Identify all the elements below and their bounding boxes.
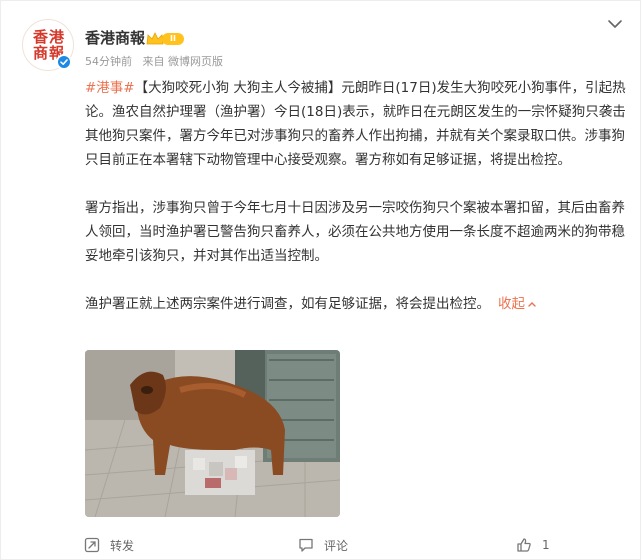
post-meta: 54分钟前 来自 微博网页版 [85,53,230,69]
thumb-up-icon [517,538,531,552]
collapse-button[interactable]: 收起 [498,296,537,312]
repost-icon [84,537,100,553]
comment-button[interactable]: 评论 [298,533,348,557]
chevron-down-icon[interactable] [606,15,624,33]
repost-button[interactable]: 转发 [84,533,134,557]
post-time[interactable]: 54分钟前 [85,55,132,68]
hashtag-link[interactable]: #港事# [85,80,135,96]
comment-label: 评论 [324,538,349,553]
chevron-up-icon [528,302,536,307]
post-paragraph-2: 署方指出，涉事狗只曾于今年七月十日因涉及另一宗咬伤狗只个案被本署扣留，其后由畜养… [85,200,625,264]
vip-level: II [162,33,184,45]
like-count: 1 [542,538,550,552]
post-paragraph-3: 渔护署正就上述两宗案件进行调查，如有足够证据，将会提出检控。 收起 [85,292,630,316]
weibo-post-card: 香港 商報 香港商報 II 54分钟前 来自 微博网页版 #港事#【大狗咬死小狗… [0,0,641,560]
verified-check-icon [56,54,72,70]
post-body: #港事#【大狗咬死小狗 大狗主人今被捕】元朗昨日(17日)发生大狗咬死小狗事件，… [85,76,630,316]
repost-label: 转发 [110,538,135,553]
vip-badge[interactable]: II [146,32,184,46]
post-photo[interactable] [85,350,340,517]
post-paragraph-1: #港事#【大狗咬死小狗 大狗主人今被捕】元朗昨日(17日)发生大狗咬死小狗事件，… [85,80,626,168]
comment-icon [299,538,313,552]
action-bar: 转发 评论 1 [1,533,641,560]
post-source: 来自 微博网页版 [142,55,224,68]
account-name[interactable]: 香港商報 [85,27,145,48]
like-button[interactable]: 1 [516,533,550,557]
